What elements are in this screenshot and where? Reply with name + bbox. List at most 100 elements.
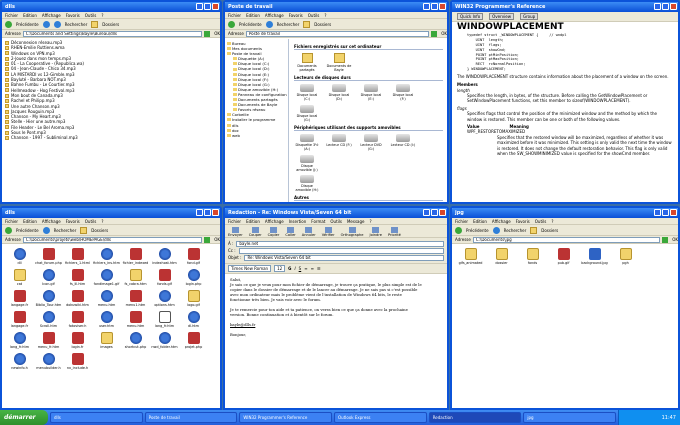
file-item[interactable]: Icon.gif (34, 269, 63, 286)
file-item[interactable]: menu_fr.htm (34, 332, 63, 349)
minimize-icon[interactable] (654, 209, 661, 216)
toolbar-button[interactable]: Orthographe (341, 227, 364, 237)
removable-drive[interactable]: Disquette 3½ (A:) (294, 134, 320, 151)
file-item[interactable]: Scroll.htm (34, 311, 63, 328)
hard-drive[interactable]: Disque local (G:) (294, 105, 320, 122)
back-icon[interactable] (228, 20, 235, 28)
file-item[interactable]: login.php (179, 269, 208, 286)
title-bar[interactable]: Poste de travail (225, 2, 447, 12)
taskbar-item[interactable]: jpg (523, 412, 617, 423)
menu-help[interactable]: ? (101, 13, 103, 18)
address-input[interactable]: Poste de travail (245, 30, 430, 37)
overview-button[interactable]: Overview (489, 13, 514, 20)
file-item[interactable]: langage.fr (5, 290, 34, 307)
menu-edit[interactable]: Edition (23, 13, 37, 18)
file-item[interactable]: fotoviser.h (63, 311, 92, 328)
menu-view[interactable]: Affichage (42, 219, 61, 224)
maximize-icon[interactable] (662, 3, 669, 10)
file-item[interactable]: logo.gif (179, 290, 208, 307)
file-item[interactable]: menubuilder.h (34, 353, 63, 370)
menu-item[interactable]: Affichage (265, 219, 284, 224)
file-item[interactable]: fond.gif (179, 248, 208, 265)
forward-icon[interactable] (265, 20, 273, 28)
file-item[interactable]: nx_include.h (63, 353, 92, 370)
align-left-icon[interactable]: ≡ (304, 266, 307, 271)
menu-help[interactable]: ? (551, 219, 553, 224)
maximize-icon[interactable] (204, 209, 211, 216)
tree-item[interactable]: web (227, 133, 286, 138)
minimize-icon[interactable] (196, 209, 203, 216)
back-button[interactable]: Précédente (239, 22, 262, 27)
menu-item[interactable]: Format (311, 219, 325, 224)
start-button[interactable]: démarrer (0, 410, 48, 425)
taskbar-item[interactable]: Redaction (428, 412, 522, 423)
removable-drive[interactable]: Lecteur CD (I:) (390, 134, 416, 151)
menu-file[interactable]: Fichier (5, 13, 18, 18)
file-item[interactable]: options.htm (150, 290, 179, 307)
font-select[interactable]: Times New Roman (228, 265, 272, 272)
go-button[interactable]: OK (441, 31, 447, 36)
file-item[interactable]: fichier_indexed (121, 248, 150, 265)
folders-button[interactable]: Dossiers (102, 22, 119, 27)
file-item[interactable]: gifs_animated (455, 248, 486, 265)
align-center-icon[interactable]: ≡ (311, 266, 314, 271)
menu-tools[interactable]: Outils (85, 13, 97, 18)
file-item[interactable]: projet.php (179, 332, 208, 349)
file-item[interactable]: fichiers_1.html (63, 248, 92, 265)
toolbar-button[interactable]: Coller (285, 227, 296, 237)
close-icon[interactable] (212, 209, 219, 216)
close-icon[interactable] (439, 3, 446, 10)
toolbar-button[interactable]: Couper (249, 227, 262, 237)
file-item[interactable]: fs_cobra.htm (121, 269, 150, 286)
toolbar-button[interactable]: Envoyer (228, 227, 243, 237)
file-item[interactable]: indexhost.htm (150, 248, 179, 265)
bullets-icon[interactable]: ☰ (317, 266, 321, 271)
back-icon[interactable] (5, 20, 12, 28)
back-icon[interactable] (455, 226, 462, 234)
menu-view[interactable]: Affichage (265, 13, 284, 18)
taskbar-item[interactable]: Outlook Express (334, 412, 427, 423)
file-item[interactable]: dokuwiki.htm (63, 290, 92, 307)
file-item[interactable]: user.htm (92, 311, 121, 328)
explorer-window-dlls-icons[interactable]: dlls Fichier Edition Affichage Favoris Outil… (0, 206, 222, 410)
search-button[interactable]: Rechercher (277, 22, 300, 27)
removable-drive[interactable]: Disque amovible (J:) (294, 155, 320, 172)
menu-tools[interactable]: Outils (535, 219, 547, 224)
title-bar[interactable]: WIN32 Programmer's Reference (452, 2, 678, 12)
minimize-icon[interactable] (423, 209, 430, 216)
file-item[interactable]: fs_lil.htm (63, 269, 92, 286)
title-bar[interactable]: dlls (2, 2, 220, 12)
taskbar-item[interactable]: dlls (50, 412, 143, 423)
forward-icon[interactable] (42, 20, 50, 28)
menu-file[interactable]: Fichier (228, 13, 241, 18)
removable-drive-h[interactable]: Disque amovible (H:) (294, 175, 320, 192)
user-documents-folder[interactable]: Documents de Bayle (326, 53, 352, 72)
file-item[interactable]: fondimage1.gif (92, 269, 121, 286)
file-item[interactable]: images (92, 332, 121, 349)
to-field[interactable]: bayle.net (236, 240, 444, 247)
menu-item[interactable]: Fichier (228, 219, 241, 224)
maximize-icon[interactable] (431, 209, 438, 216)
folders-icon[interactable] (303, 20, 311, 28)
file-item[interactable]: dll (5, 248, 34, 265)
maximize-icon[interactable] (204, 3, 211, 10)
file-item[interactable]: lang_fr.htm (5, 332, 34, 349)
help-window-win32-reference[interactable]: WIN32 Programmer's Reference Quick Info O… (450, 0, 680, 204)
explorer-window-my-computer[interactable]: Poste de travail Fichier Edition Affichage… (223, 0, 449, 204)
file-item[interactable]: pub.gif (548, 248, 579, 265)
italic-icon[interactable]: I (294, 266, 295, 271)
search-button[interactable]: Rechercher (54, 228, 77, 233)
maximize-icon[interactable] (431, 3, 438, 10)
close-icon[interactable] (670, 3, 677, 10)
file-row[interactable]: Chanson - 1997 - Subliminal.mp3 (5, 135, 217, 140)
toolbar-button[interactable]: Copier (268, 227, 279, 237)
shared-documents-folder[interactable]: Documents partagés (294, 53, 320, 72)
title-bar[interactable]: jpg (452, 208, 678, 218)
quick-info-button[interactable]: Quick Info (457, 13, 484, 20)
go-icon[interactable] (431, 30, 438, 37)
menu-favorites[interactable]: Favoris (516, 219, 530, 224)
maximize-icon[interactable] (662, 209, 669, 216)
menu-item[interactable]: Message (347, 219, 365, 224)
menu-file[interactable]: Fichier (5, 219, 18, 224)
file-item[interactable]: fonds.gif (150, 269, 179, 286)
